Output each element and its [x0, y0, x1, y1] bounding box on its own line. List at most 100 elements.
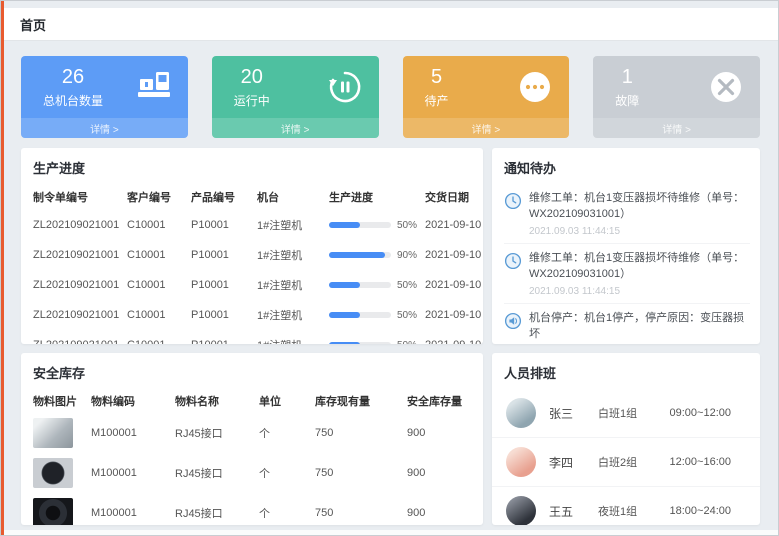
staff-schedule-panel: 人员排班 张三 白班1组 09:00~12:00 李四 白班2组 12:00~1… — [492, 353, 760, 525]
panel-title: 安全库存 — [21, 353, 483, 389]
column-header: 制令单编号 — [21, 184, 121, 210]
stat-card-fault: 1 故障 详情 > — [593, 56, 760, 138]
stat-card-waiting: 5 待产 详情 > — [403, 56, 570, 138]
detail-link[interactable]: 详情 > — [593, 118, 760, 138]
clock-icon — [504, 252, 522, 270]
staff-time: 09:00~12:00 — [670, 407, 731, 419]
staff-list: 张三 白班1组 09:00~12:00 李四 白班2组 12:00~16:00 … — [492, 389, 760, 525]
stat-value: 5 — [431, 66, 442, 89]
customer-no: C10001 — [121, 330, 185, 344]
delivery-date: 2021-09-10 — [419, 240, 483, 270]
stat-value: 1 — [622, 66, 633, 89]
stat-label: 故障 — [615, 92, 639, 109]
staff-shift: 白班1组 — [598, 405, 670, 421]
progress-cell: 50% — [323, 300, 419, 330]
column-header: 交货日期 — [419, 184, 483, 210]
production-table: 制令单编号 客户编号 产品编号 机台 生产进度 交货日期 ZL202109021… — [21, 184, 483, 344]
stat-card-main: 26 总机台数量 — [21, 56, 188, 118]
notification-body: 维修工单：机台1变压器损坏待维修（单号：WX202109031001） 2021… — [529, 191, 750, 237]
stat-card-total-machines: 26 总机台数量 详情 > — [21, 56, 188, 138]
detail-link[interactable]: 详情 > — [212, 118, 379, 138]
column-header: 机台 — [251, 184, 323, 210]
machine-name: 1#注塑机 — [251, 210, 323, 240]
column-header: 安全库存量 — [401, 389, 483, 413]
staff-time: 18:00~24:00 — [670, 505, 731, 517]
order-no: ZL202109021001 — [21, 270, 121, 300]
running-icon — [327, 69, 363, 105]
notification-text: 维修工单：机台1变压器损坏待维修（单号：WX202109031001） — [529, 251, 750, 283]
progress-value: 90% — [397, 250, 417, 261]
progress-bar — [329, 282, 391, 288]
material-photo — [33, 418, 73, 448]
staff-shift: 夜班1组 — [598, 503, 670, 519]
material-code: M100001 — [85, 413, 169, 453]
delivery-date: 2021-09-10 — [419, 300, 483, 330]
column-header: 客户编号 — [121, 184, 185, 210]
delivery-date: 2021-09-10 — [419, 210, 483, 240]
machine-name: 1#注塑机 — [251, 330, 323, 344]
material-code: M100001 — [85, 453, 169, 493]
customer-no: C10001 — [121, 300, 185, 330]
stat-card-main: 5 待产 — [403, 56, 570, 118]
tools-icon — [708, 69, 744, 105]
progress-value: 50% — [397, 220, 417, 231]
table-header-row: 制令单编号 客户编号 产品编号 机台 生产进度 交货日期 — [21, 184, 483, 210]
machine-icon — [136, 69, 172, 105]
tab-home[interactable]: 首页 — [20, 15, 46, 34]
table-row: ZL202109021001 C10001 P10001 1#注塑机 50% 2… — [21, 270, 483, 300]
material-code: M100001 — [85, 493, 169, 525]
machine-name: 1#注塑机 — [251, 240, 323, 270]
product-no: P10001 — [185, 270, 251, 300]
stat-card-main: 1 故障 — [593, 56, 760, 118]
clock-icon — [504, 192, 522, 210]
column-header: 物料编码 — [85, 389, 169, 413]
production-progress-panel: 生产进度 制令单编号 客户编号 产品编号 机台 生产进度 交货日期 ZL2021 — [21, 148, 483, 344]
stat-card-text: 20 运行中 — [234, 66, 270, 109]
order-no: ZL202109021001 — [21, 300, 121, 330]
bottom-edge — [4, 530, 778, 535]
material-photo — [33, 458, 73, 488]
panels-grid: 生产进度 制令单编号 客户编号 产品编号 机台 生产进度 交货日期 ZL2021 — [21, 148, 760, 525]
inventory-table: 物料图片 物料编码 物料名称 单位 库存现有量 安全库存量 M100001 RJ… — [21, 389, 483, 525]
progress-value: 50% — [397, 340, 417, 345]
stat-label: 运行中 — [234, 92, 270, 109]
detail-link[interactable]: 详情 > — [21, 118, 188, 138]
notification-body: 机台停产：机台1停产，停产原因：变压器损坏 — [529, 311, 750, 343]
delivery-date: 2021-09-10 — [419, 330, 483, 344]
column-header: 库存现有量 — [309, 389, 401, 413]
product-no: P10001 — [185, 240, 251, 270]
order-no: ZL202109021001 — [21, 240, 121, 270]
stock-safety: 900 — [401, 493, 483, 525]
progress-cell: 50% — [323, 270, 419, 300]
panel-title: 生产进度 — [21, 148, 483, 184]
stat-card-main: 20 运行中 — [212, 56, 379, 118]
notification-item[interactable]: 维修工单：机台1变压器损坏待维修（单号：WX202109031001） 2021… — [504, 244, 750, 304]
delivery-date: 2021-09-10 — [419, 270, 483, 300]
detail-link[interactable]: 详情 > — [403, 118, 570, 138]
progress-cell: 90% — [323, 240, 419, 270]
left-accent-strip — [1, 1, 4, 535]
table-header-row: 物料图片 物料编码 物料名称 单位 库存现有量 安全库存量 — [21, 389, 483, 413]
stock-safety: 900 — [401, 413, 483, 453]
customer-no: C10001 — [121, 270, 185, 300]
staff-row: 张三 白班1组 09:00~12:00 — [492, 389, 760, 438]
order-no: ZL202109021001 — [21, 330, 121, 344]
progress-bar — [329, 222, 391, 228]
progress-bar — [329, 312, 391, 318]
notification-item[interactable]: 机台停产：机台1停产，停产原因：变压器损坏 — [504, 304, 750, 344]
staff-row: 王五 夜班1组 18:00~24:00 — [492, 487, 760, 525]
safety-stock-panel: 安全库存 物料图片 物料编码 物料名称 单位 库存现有量 安全库存量 — [21, 353, 483, 525]
column-header: 产品编号 — [185, 184, 251, 210]
customer-no: C10001 — [121, 210, 185, 240]
material-image-cell — [21, 413, 85, 453]
notification-item[interactable]: 维修工单：机台1变压器损坏待维修（单号：WX202109031001） 2021… — [504, 184, 750, 244]
ellipsis-icon — [517, 69, 553, 105]
stock-current: 750 — [309, 413, 401, 453]
material-name: RJ45接口 — [169, 453, 253, 493]
material-name: RJ45接口 — [169, 413, 253, 453]
staff-name: 李四 — [549, 454, 598, 471]
notification-time: 2021.09.03 11:44:15 — [529, 226, 750, 237]
table-row: ZL202109021001 C10001 P10001 1#注塑机 50% 2… — [21, 330, 483, 344]
material-unit: 个 — [253, 453, 309, 493]
material-photo — [33, 498, 73, 525]
